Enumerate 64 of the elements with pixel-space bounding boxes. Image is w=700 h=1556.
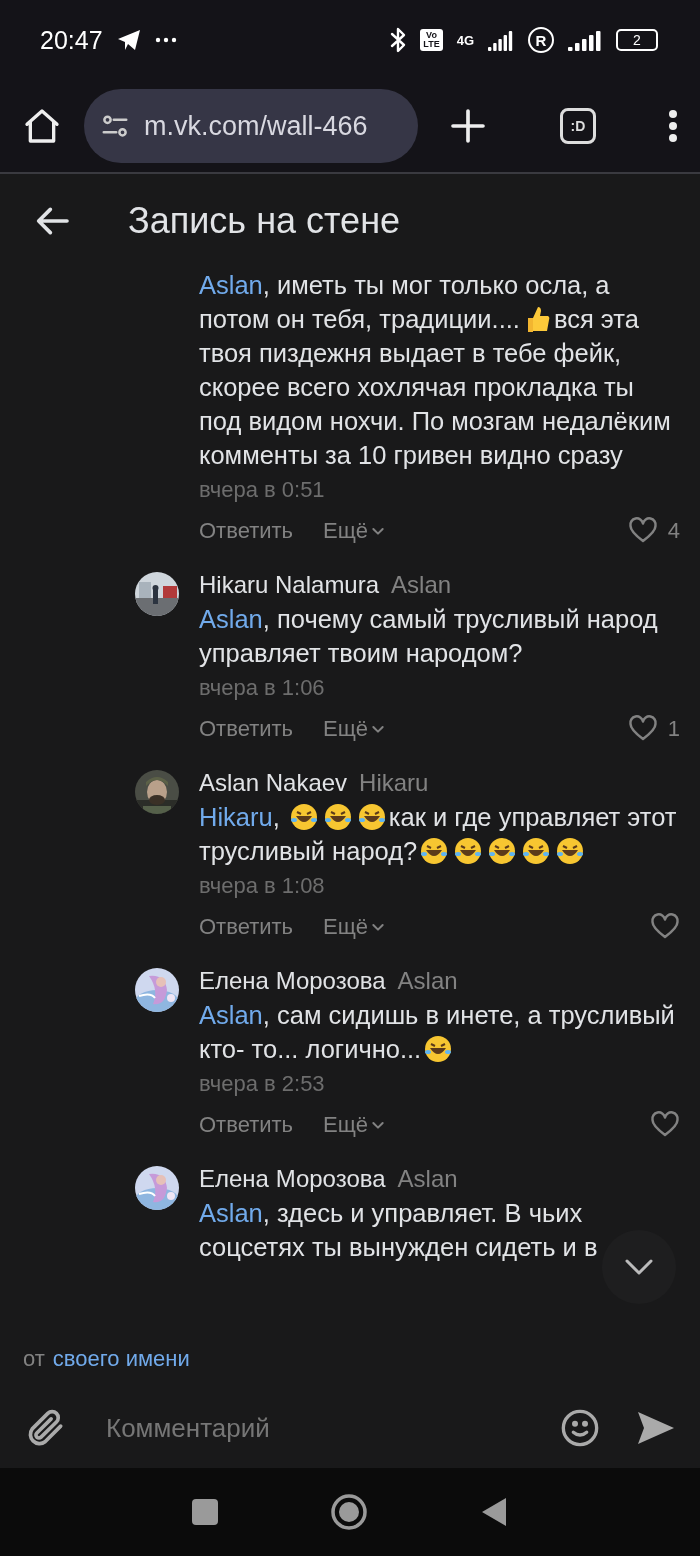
comment-text: Hikaru, как и где управляет этот трусливый народ?	[199, 801, 678, 868]
reply-button[interactable]: Ответить	[199, 1112, 294, 1138]
more-button[interactable]: Ещё	[323, 716, 387, 742]
url-field[interactable]: m.vk.com/wall-466	[84, 89, 418, 163]
page-title: Запись на стене	[128, 200, 401, 242]
mention-link[interactable]: Aslan	[199, 605, 263, 633]
home-nav-icon[interactable]	[330, 1493, 368, 1531]
comment-text: Aslan, почему самый трусливый народ управляет твоим народом?	[199, 604, 659, 669]
paper-plane-icon	[116, 29, 141, 51]
mention-link[interactable]: Aslan	[199, 1199, 263, 1227]
reply-to-name: Aslan	[397, 1164, 458, 1194]
author-name[interactable]: Елена Морозова	[199, 964, 386, 998]
post-as-link[interactable]: своего имени	[52, 1346, 190, 1372]
laughing-emoji-icon	[521, 836, 552, 866]
menu-icon[interactable]	[668, 110, 678, 142]
send-icon[interactable]	[636, 1410, 676, 1446]
roaming-badge: R	[528, 27, 554, 53]
comment-text: Aslan, сам сидишь в инете, а трусливый кто- то... логично...	[199, 1000, 676, 1066]
comment-time: вчера в 1:08	[199, 872, 326, 900]
smiley-icon	[560, 1408, 600, 1448]
laughing-emoji-icon	[453, 836, 484, 866]
battery-indicator: 2	[616, 29, 658, 51]
comment-time: вчера в 0:51	[199, 476, 326, 504]
reply-button[interactable]: Ответить	[199, 914, 294, 940]
more-button[interactable]: Ещё	[323, 914, 387, 940]
mention-link[interactable]: Aslan	[199, 271, 263, 299]
comment-input[interactable]: Комментарий	[104, 1411, 524, 1445]
laughing-emoji-icon	[487, 836, 518, 866]
reply-to-name: Hikaru	[359, 768, 429, 798]
mention-link[interactable]: Hikaru	[199, 803, 273, 831]
bluetooth-icon	[390, 27, 407, 53]
comment-text: Aslan, иметь ты мог только осла, а потом он тебя, традиции.... вся эта твоя пиздежня выдает в тебе фейк, скорее всего хохлячая прокладка ты под видом нохчи. По мозгам недалёким комменты за 10 гривен видно сразу	[199, 270, 672, 471]
reply-button[interactable]: Ответить	[199, 518, 294, 544]
volte-badge: Vo LTE	[420, 29, 443, 51]
network-label: 4G	[456, 32, 474, 48]
laughing-emoji-icon	[419, 836, 450, 866]
plus-icon	[448, 106, 488, 146]
laughing-emoji-icon	[356, 802, 387, 832]
author-name[interactable]: Елена Морозова	[199, 1162, 386, 1196]
signal-icon	[568, 29, 602, 51]
more-button[interactable]: Ещё	[323, 518, 387, 544]
comment-text: Aslan, здесь и управляет. В чьих соцсетях ты вынужден сидеть и в	[199, 1198, 599, 1263]
like-button[interactable]: 4	[627, 516, 680, 546]
reply-button[interactable]: Ответить	[199, 716, 294, 742]
home-icon	[22, 106, 62, 146]
laughing-emoji-icon	[322, 802, 353, 832]
laughing-emoji-icon	[423, 1034, 454, 1064]
reply-to-name: Aslan	[397, 966, 458, 996]
post-as-label: от	[23, 1346, 45, 1372]
tab-switcher-button[interactable]: :D	[560, 108, 596, 144]
like-button[interactable]: 1	[627, 714, 680, 744]
author-name[interactable]: Hikaru Nalamura	[199, 568, 380, 602]
comment-time: вчера в 1:06	[199, 674, 326, 702]
mention-link[interactable]: Aslan	[199, 1001, 263, 1029]
signal-icon	[488, 29, 514, 51]
reply-to-name: Aslan	[391, 570, 452, 600]
author-name[interactable]: Aslan Nakaev	[199, 766, 348, 800]
back-nav-icon[interactable]	[480, 1496, 508, 1528]
comment-time: вчера в 2:53	[199, 1070, 326, 1098]
more-icon	[154, 37, 177, 43]
more-button[interactable]: Ещё	[323, 1112, 387, 1138]
laughing-emoji-icon	[555, 836, 586, 866]
laughing-emoji-icon	[288, 802, 319, 832]
status-time: 20:47	[40, 25, 103, 55]
